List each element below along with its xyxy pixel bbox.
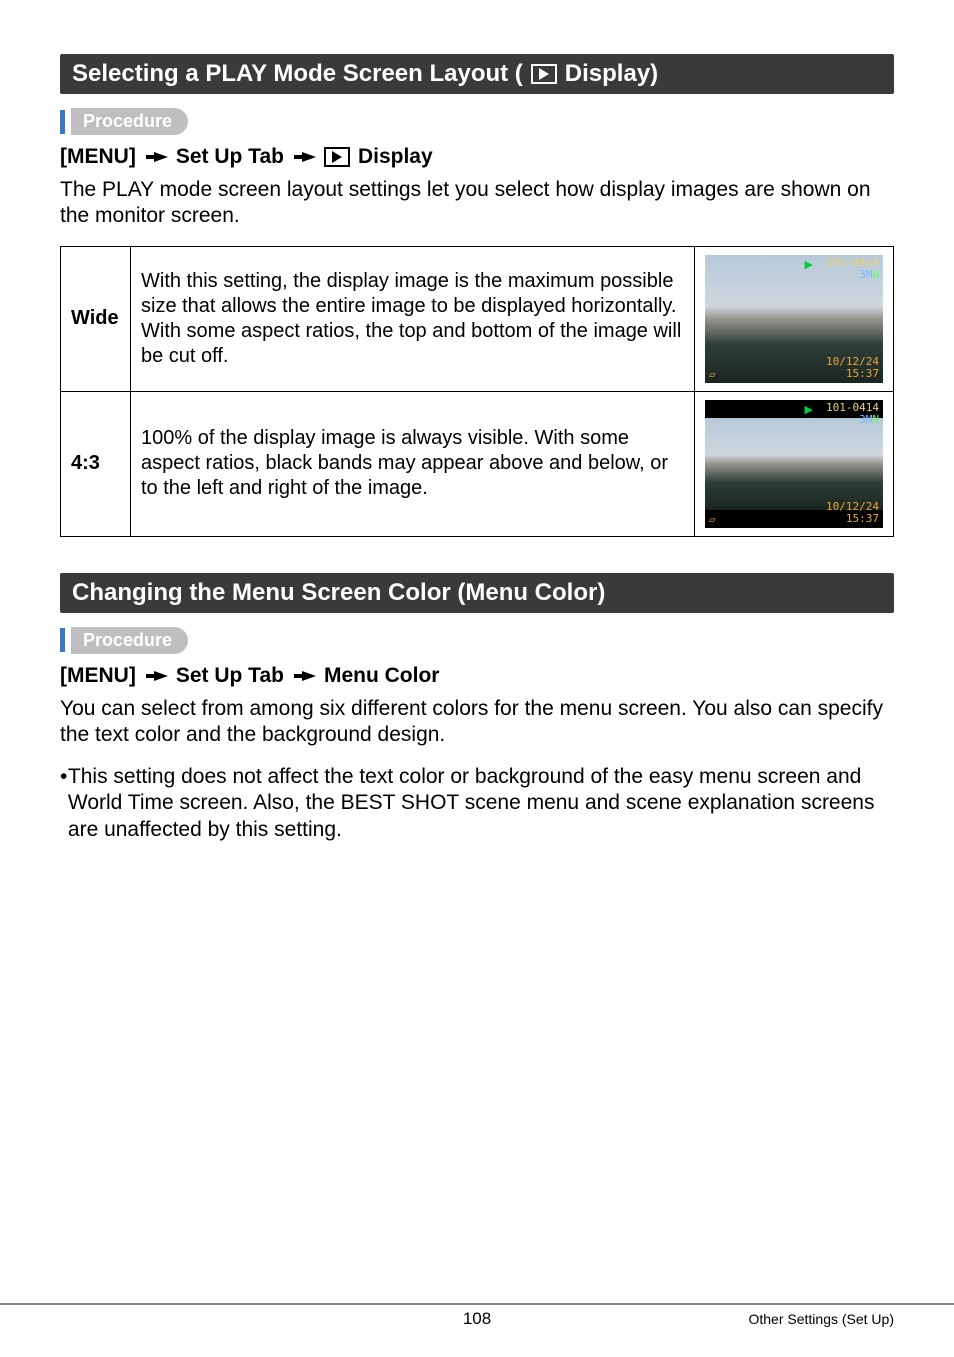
arrow-icon	[292, 671, 316, 681]
osd-resolution: 3MN	[826, 414, 879, 426]
page-footer: 108 Other Settings (Set Up)	[0, 1303, 954, 1327]
section1-paragraph: The PLAY mode screen layout settings let…	[60, 177, 894, 230]
row-thumb-wide: ▶ 101-0414 3MN 10/12/24 15:37 ▱	[695, 246, 894, 391]
arrow-icon	[144, 152, 168, 162]
play-mode-icon	[324, 147, 350, 167]
osd-resolution: 3MN	[826, 269, 879, 281]
preview-wide: ▶ 101-0414 3MN 10/12/24 15:37 ▱	[705, 255, 883, 383]
menu-token-setup: Set Up Tab	[176, 664, 284, 688]
row-label-wide: Wide	[61, 246, 131, 391]
osd-time: 15:37	[826, 513, 879, 525]
procedure-label-row: Procedure	[60, 627, 894, 654]
menu-token-display: Display	[358, 145, 433, 169]
preview-play-icon: ▶	[805, 403, 813, 416]
section-menu-color-heading: Changing the Menu Screen Color (Menu Col…	[60, 573, 894, 613]
bullet-text: This setting does not affect the text co…	[68, 764, 894, 843]
preview-bottom-right-osd: 10/12/24 15:37	[826, 501, 879, 525]
menu-token-menu: [MENU]	[60, 145, 136, 169]
menu-token-menu: [MENU]	[60, 664, 136, 688]
page-number: 108	[0, 1309, 954, 1329]
osd-time: 15:37	[826, 368, 879, 380]
procedure-label-row: Procedure	[60, 108, 894, 135]
preview-image	[705, 418, 883, 510]
preview-top-right-osd: 101-0414 3MN	[826, 257, 879, 281]
heading-text-before: Selecting a PLAY Mode Screen Layout (	[72, 60, 523, 88]
menu-token-setup: Set Up Tab	[176, 145, 284, 169]
page: Selecting a PLAY Mode Screen Layout ( Di…	[0, 0, 954, 1357]
procedure-pill: Procedure	[71, 627, 188, 654]
preview-bottom-right-osd: 10/12/24 15:37	[826, 356, 879, 380]
section2-paragraph: You can select from among six different …	[60, 696, 894, 749]
row-desc-43: 100% of the display image is always visi…	[131, 391, 695, 536]
preview-bottom-left-osd: ▱	[709, 513, 716, 526]
menu-token-menucolor: Menu Color	[324, 664, 440, 688]
row-thumb-43: ▶ 101-0414 3MN 10/12/24 15:37 ▱	[695, 391, 894, 536]
preview-top-right-osd: 101-0414 3MN	[826, 402, 879, 426]
section-play-display-heading: Selecting a PLAY Mode Screen Layout ( Di…	[60, 54, 894, 94]
arrow-icon	[292, 152, 316, 162]
procedure-pill: Procedure	[71, 108, 188, 135]
row-label-43: 4:3	[61, 391, 131, 536]
list-item: • This setting does not affect the text …	[60, 764, 894, 843]
menu-path-menu-color: [MENU] Set Up Tab Menu Color	[60, 664, 894, 688]
procedure-accent-bar	[60, 110, 65, 134]
menu-path-play-display: [MENU] Set Up Tab Display	[60, 145, 894, 169]
arrow-icon	[144, 671, 168, 681]
preview-bottom-left-osd: ▱	[709, 368, 716, 381]
preview-play-icon: ▶	[805, 258, 813, 271]
play-mode-icon	[531, 64, 557, 84]
bullet-dot: •	[60, 764, 68, 843]
table-row: Wide With this setting, the display imag…	[61, 246, 894, 391]
table-row: 4:3 100% of the display image is always …	[61, 391, 894, 536]
preview-43: ▶ 101-0414 3MN 10/12/24 15:37 ▱	[705, 400, 883, 528]
procedure-accent-bar	[60, 628, 65, 652]
heading-text-after: Display)	[565, 60, 658, 88]
section2-bullet-list: • This setting does not affect the text …	[60, 764, 894, 843]
row-desc-wide: With this setting, the display image is …	[131, 246, 695, 391]
display-layout-table: Wide With this setting, the display imag…	[60, 246, 894, 537]
